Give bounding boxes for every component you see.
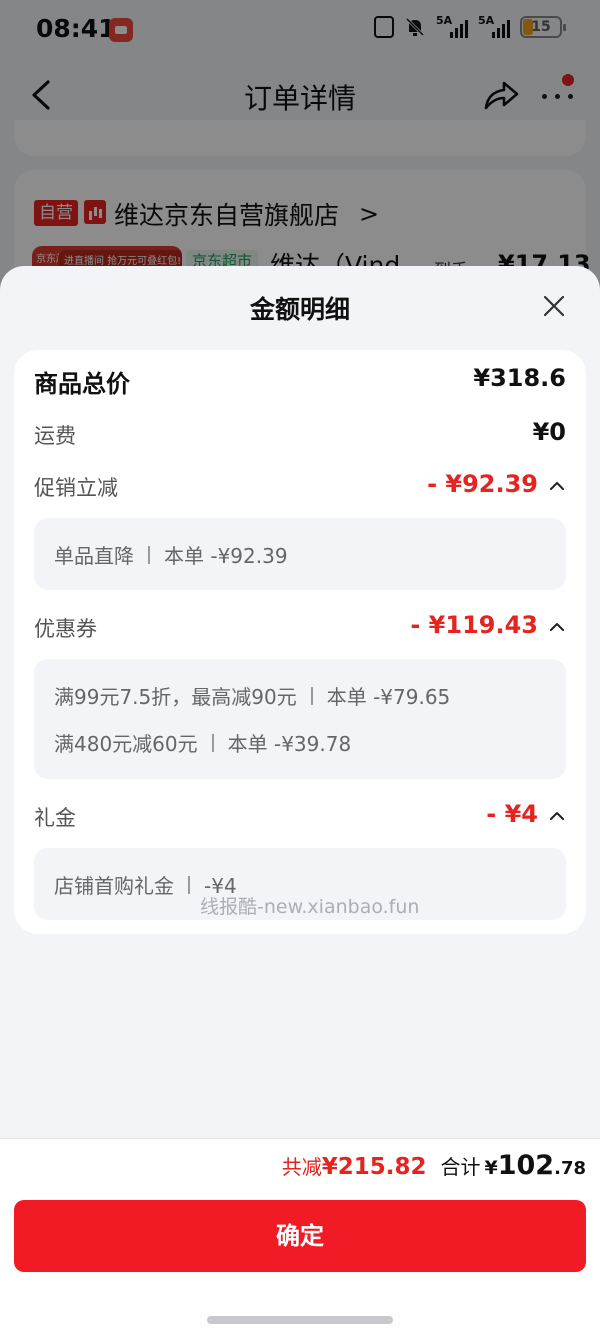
amount-detail-card: 商品总价 ¥318.6 运费 ¥0 促销立减 - ¥92.39 单品直降本单 -… bbox=[14, 350, 586, 934]
sum-decimal: .78 bbox=[554, 1158, 586, 1179]
footer-divider bbox=[0, 1138, 600, 1139]
promo-detail-name: 单品直降 bbox=[54, 544, 134, 568]
coupon-value: - ¥119.43 bbox=[410, 611, 538, 639]
battery-level: 15 bbox=[531, 19, 551, 35]
coupon-detail-amount: 本单 -¥79.65 bbox=[326, 685, 451, 709]
sum-label: 合计 bbox=[440, 1155, 481, 1179]
sum-integer: 102 bbox=[497, 1150, 555, 1181]
shipping-value: ¥0 bbox=[532, 418, 566, 446]
total-price-label: 商品总价 bbox=[34, 370, 130, 398]
gift-value: - ¥4 bbox=[486, 800, 538, 828]
separator bbox=[148, 546, 150, 564]
promo-detail-box: 单品直降 本单 -¥92.39 bbox=[34, 518, 566, 590]
coupon-detail-name: 满480元减60元 bbox=[54, 732, 198, 756]
promo-detail-line: 单品直降 本单 -¥92.39 bbox=[54, 540, 288, 569]
promo-label: 促销立减 bbox=[34, 476, 118, 500]
coupon-detail-line: 满99元7.5折，最高减90元 本单 -¥79.65 bbox=[54, 681, 450, 710]
row-coupon[interactable]: 优惠券 - ¥119.43 bbox=[34, 609, 566, 649]
gift-detail-name: 店铺首购礼金 bbox=[54, 874, 174, 898]
sheet-title: 金额明细 bbox=[249, 295, 350, 324]
coupon-detail-amount: 本单 -¥39.78 bbox=[227, 732, 352, 756]
promo-detail-amount: 本单 -¥92.39 bbox=[164, 544, 288, 568]
chevron-up-icon[interactable] bbox=[550, 809, 564, 823]
saved-value: ¥215.82 bbox=[321, 1154, 427, 1180]
gift-label: 礼金 bbox=[34, 806, 76, 830]
close-icon[interactable] bbox=[542, 294, 566, 318]
sum-currency: ¥ bbox=[484, 1157, 498, 1179]
row-shipping: 运费 ¥0 bbox=[34, 416, 566, 456]
row-total-price: 商品总价 ¥318.6 bbox=[34, 362, 566, 402]
footer-bar: 共减 ¥215.82 合计 ¥ 102 .78 确定 bbox=[0, 1138, 600, 1335]
coupon-detail-name: 满99元7.5折，最高减90元 bbox=[54, 685, 297, 709]
total-price-value: ¥318.6 bbox=[473, 364, 566, 392]
home-indicator[interactable] bbox=[207, 1316, 393, 1324]
row-promo-discount[interactable]: 促销立减 - ¥92.39 bbox=[34, 468, 566, 508]
price-summary: 共减 ¥215.82 合计 ¥ 102 .78 bbox=[282, 1150, 586, 1181]
saved-label: 共减 bbox=[281, 1155, 322, 1179]
coupon-detail-box: 满99元7.5折，最高减90元 本单 -¥79.65 满480元减60元 本单 -¥… bbox=[34, 659, 566, 779]
confirm-button[interactable]: 确定 bbox=[14, 1200, 586, 1272]
separator bbox=[310, 687, 313, 705]
chevron-up-icon[interactable] bbox=[550, 479, 564, 493]
coupon-detail-line: 满480元减60元 本单 -¥39.78 bbox=[54, 728, 351, 757]
separator bbox=[211, 734, 214, 752]
sheet-header: 金额明细 bbox=[0, 266, 600, 350]
separator bbox=[188, 876, 190, 894]
shipping-label: 运费 bbox=[34, 424, 76, 448]
watermark: 线报酷-new.xianbao.fun bbox=[200, 896, 420, 918]
chevron-up-icon[interactable] bbox=[550, 620, 564, 634]
promo-value: - ¥92.39 bbox=[427, 470, 538, 498]
coupon-label: 优惠券 bbox=[34, 617, 97, 641]
row-gift-money[interactable]: 礼金 - ¥4 bbox=[34, 798, 566, 838]
